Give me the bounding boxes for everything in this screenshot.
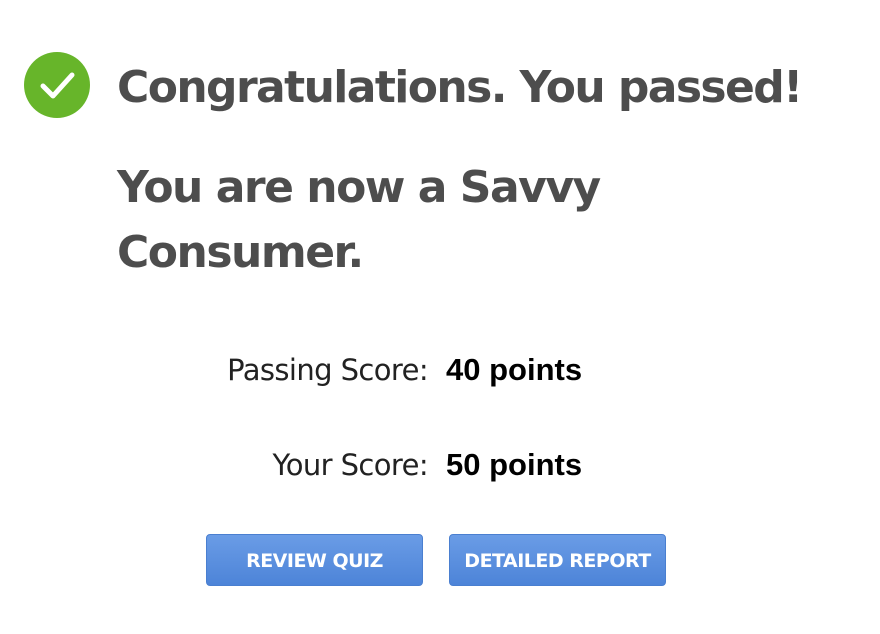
- your-score-label: Your Score:: [272, 448, 428, 482]
- your-score-row: Your Score: 50 points: [0, 445, 880, 485]
- passing-score-label: Passing Score:: [227, 353, 428, 387]
- passing-score-row: Passing Score: 40 points: [0, 350, 880, 390]
- result-message: You are now a Savvy Consumer.: [117, 162, 601, 278]
- detailed-report-button[interactable]: DETAILED REPORT: [449, 534, 666, 586]
- result-headline: Congratulations. You passed!: [117, 62, 803, 113]
- check-circle-icon: [24, 52, 90, 118]
- review-quiz-button[interactable]: REVIEW QUIZ: [206, 534, 423, 586]
- checkmark-icon: [40, 72, 75, 99]
- passing-score-value: 40 points: [446, 352, 583, 387]
- your-score-value: 50 points: [446, 447, 583, 482]
